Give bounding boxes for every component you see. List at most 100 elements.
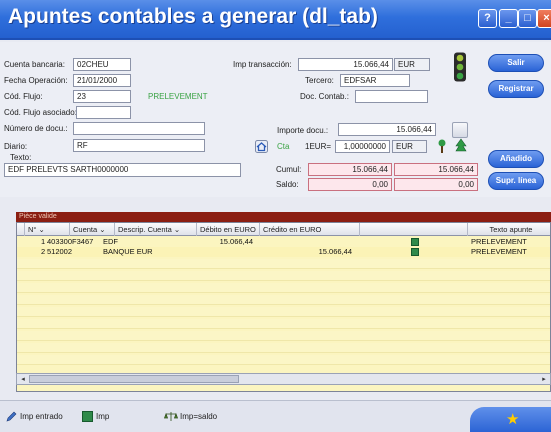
scroll-thumb[interactable] bbox=[29, 375, 239, 383]
close-button[interactable]: × bbox=[537, 9, 551, 28]
title-bar: Apuntes contables a generar (dl_tab) ? _… bbox=[0, 0, 551, 40]
column-header-icon[interactable] bbox=[360, 223, 468, 236]
table-row-empty[interactable] bbox=[17, 319, 550, 329]
doc-contab-field[interactable] bbox=[355, 90, 428, 103]
diario-label: Diario: bbox=[4, 142, 28, 151]
header-form: Cuenta bancaria: 02CHEU Fecha Operación:… bbox=[0, 42, 551, 197]
legend-label-imp-saldo: Imp=saldo bbox=[180, 412, 218, 421]
column-header-cuenta-label: Cuenta bbox=[73, 225, 98, 234]
table-row-empty[interactable] bbox=[17, 295, 550, 305]
cod-flujo-asociado-field[interactable] bbox=[76, 106, 131, 119]
importe-docu-label: Importe docu.: bbox=[277, 126, 329, 135]
traffic-light-icon bbox=[454, 52, 466, 82]
balance-icon bbox=[164, 412, 178, 421]
importe-docu-field[interactable]: 15.066,44 bbox=[338, 123, 436, 136]
window: Apuntes contables a generar (dl_tab) ? _… bbox=[0, 0, 551, 432]
table-row-empty[interactable] bbox=[17, 283, 550, 293]
column-header-selector bbox=[17, 223, 25, 236]
diario-field[interactable]: RF bbox=[73, 139, 205, 152]
cuenta-bancaria-field[interactable]: 02CHEU bbox=[73, 58, 131, 71]
row-texto: PRELEVEMENT bbox=[471, 247, 527, 256]
cumul-debit-field: 15.066,44 bbox=[308, 163, 392, 176]
sort-icon: ⌄ bbox=[99, 225, 106, 234]
rate-field[interactable]: 1,00000000 bbox=[335, 140, 390, 153]
home-icon[interactable] bbox=[255, 140, 268, 153]
fecha-operacion-label: Fecha Operación: bbox=[4, 76, 68, 85]
row-credito bbox=[260, 237, 352, 247]
table-row-empty[interactable] bbox=[17, 331, 550, 341]
horizontal-scrollbar[interactable]: ◂ ▸ bbox=[16, 373, 551, 385]
sort-icon: ⌄ bbox=[38, 225, 45, 234]
tercero-field[interactable]: EDFSAR bbox=[340, 74, 410, 87]
pen-icon bbox=[6, 411, 17, 422]
cod-flujo-asociado-label: Cód. Flujo asociado: bbox=[4, 108, 77, 117]
entries-table[interactable]: N° ⌄ Cuenta ⌄ Descrip. Cuenta ⌄ Débito e… bbox=[16, 222, 551, 392]
cuenta-bancaria-label: Cuenta bancaria: bbox=[4, 60, 65, 69]
numero-docu-label: Número de docu.: bbox=[4, 124, 68, 133]
table-row-empty[interactable] bbox=[17, 271, 550, 281]
table-row[interactable]: 1 403300F3467 EDF 15.066,44 PRELEVEMENT bbox=[17, 237, 550, 247]
legend-bar: Imp entrado Imp Imp=saldo ★ bbox=[0, 400, 551, 432]
saldo-label: Saldo: bbox=[276, 180, 299, 189]
saldo-debit-field: 0,00 bbox=[308, 178, 392, 191]
row-debito: 15.066,44 bbox=[219, 237, 253, 246]
saldo-credit-field: 0,00 bbox=[394, 178, 478, 191]
imp-transaccion-field[interactable]: 15.066,44 bbox=[298, 58, 393, 71]
legend-label-imp: Imp bbox=[96, 412, 110, 421]
table-row-empty[interactable] bbox=[17, 343, 550, 353]
table-row-empty[interactable] bbox=[17, 259, 550, 269]
importe-lookup-button[interactable] bbox=[452, 122, 468, 138]
column-header-credito[interactable]: Crédito en EURO bbox=[260, 223, 360, 236]
row-credito: 15.066,44 bbox=[318, 247, 352, 256]
running-figure-icon: ★ bbox=[506, 411, 520, 428]
cumul-label: Cumul: bbox=[276, 165, 302, 174]
supr-linea-button[interactable]: Supr. línea bbox=[488, 172, 544, 190]
row-descrip: EDF bbox=[103, 237, 118, 246]
doc-contab-label: Doc. Contab.: bbox=[300, 92, 349, 101]
grid-icon[interactable] bbox=[411, 248, 419, 256]
imp-transaccion-label: Imp transacción: bbox=[233, 60, 292, 69]
column-header-texto[interactable]: Texto apunte bbox=[468, 223, 550, 236]
window-title: Apuntes contables a generar (dl_tab) bbox=[8, 5, 378, 28]
column-header-descrip-label: Descrip. Cuenta bbox=[118, 225, 172, 234]
texto-field[interactable]: EDF PRELEVTS SARTH0000000 bbox=[4, 163, 241, 177]
grid-icon bbox=[82, 411, 93, 422]
table-row-empty[interactable] bbox=[17, 355, 550, 365]
flag-icon[interactable] bbox=[436, 139, 448, 153]
row-texto: PRELEVEMENT bbox=[471, 237, 527, 246]
tree-icon[interactable] bbox=[454, 138, 468, 153]
row-cuenta: 403300F3467 bbox=[47, 237, 94, 246]
column-header-number-label: N° bbox=[28, 225, 37, 234]
table-row[interactable]: 2 512002 BANQUE EUR 15.066,44 PRELEVEMEN… bbox=[17, 247, 550, 257]
rate-currency[interactable]: EUR bbox=[392, 140, 427, 153]
minimize-button[interactable]: _ bbox=[499, 9, 518, 28]
table-row-empty[interactable] bbox=[17, 307, 550, 317]
cumul-credit-field: 15.066,44 bbox=[394, 163, 478, 176]
fecha-operacion-field[interactable]: 21/01/2000 bbox=[73, 74, 131, 87]
legend-label-imp-entrado: Imp entrado bbox=[20, 412, 63, 421]
registrar-button[interactable]: Registrar bbox=[488, 80, 544, 98]
help-button[interactable]: ? bbox=[478, 9, 497, 28]
grid-icon[interactable] bbox=[411, 238, 419, 246]
imp-transaccion-currency[interactable]: EUR bbox=[394, 58, 430, 71]
assistant-tab[interactable]: ★ bbox=[470, 407, 551, 432]
numero-docu-field[interactable] bbox=[73, 122, 205, 135]
column-header-number[interactable]: N° ⌄ bbox=[25, 223, 70, 236]
column-header-debito[interactable]: Débito en EURO bbox=[197, 223, 260, 236]
tercero-label: Tercero: bbox=[305, 76, 334, 85]
column-header-descrip[interactable]: Descrip. Cuenta ⌄ bbox=[115, 223, 197, 236]
row-debito bbox=[197, 247, 253, 257]
anadido-button[interactable]: Añadido bbox=[488, 150, 544, 168]
salir-button[interactable]: Salir bbox=[488, 54, 544, 72]
texto-label: Texto: bbox=[10, 153, 32, 162]
maximize-button[interactable]: □ bbox=[518, 9, 537, 28]
column-header-cuenta[interactable]: Cuenta ⌄ bbox=[70, 223, 115, 236]
cod-flujo-label: Cód. Flujo: bbox=[4, 92, 43, 101]
cod-flujo-field[interactable]: 23 bbox=[73, 90, 131, 103]
scroll-right-icon[interactable]: ▸ bbox=[539, 375, 549, 384]
table-header: N° ⌄ Cuenta ⌄ Descrip. Cuenta ⌄ Débito e… bbox=[17, 223, 550, 236]
scroll-left-icon[interactable]: ◂ bbox=[18, 375, 28, 384]
cta-label: Cta bbox=[277, 142, 290, 151]
row-cuenta: 512002 bbox=[47, 247, 73, 256]
rate-label: 1EUR= bbox=[305, 142, 332, 151]
